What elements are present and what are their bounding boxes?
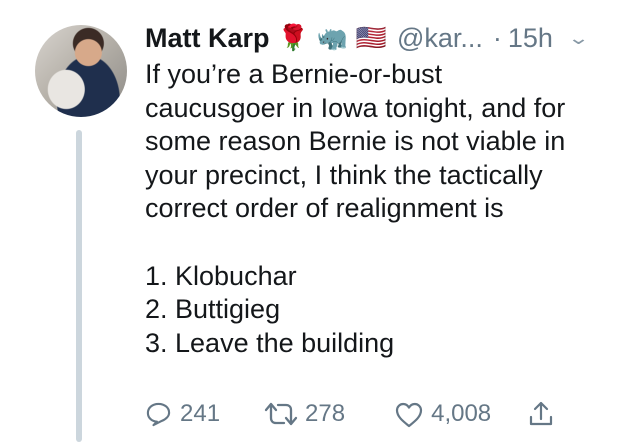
share-icon — [527, 400, 555, 428]
avatar[interactable] — [35, 25, 127, 117]
retweet-count: 278 — [305, 400, 346, 427]
author-name[interactable]: Matt Karp — [145, 23, 270, 54]
thread-line — [76, 130, 82, 442]
author-handle[interactable]: @kar... — [397, 23, 483, 54]
us-flag-emoji: 🇺🇸 — [355, 23, 387, 52]
separator-dot: · — [492, 22, 502, 53]
reply-icon — [145, 401, 172, 428]
share-button[interactable] — [527, 400, 555, 428]
tweet-timestamp[interactable]: 15h — [508, 23, 553, 54]
reply-button[interactable]: 241 — [145, 400, 220, 428]
like-button[interactable]: 4,008 — [394, 400, 491, 428]
retweet-button[interactable]: 278 — [263, 400, 345, 428]
rose-emoji: 🌹 — [277, 23, 309, 52]
reply-count: 241 — [180, 400, 221, 427]
tweet-actions: 241 278 4,008 — [145, 397, 555, 431]
tweet-header: Matt Karp 🌹 🦏 🇺🇸 @kar... · 15h ⌄ — [145, 18, 625, 58]
rhinoceros-emoji: 🦏 — [316, 23, 348, 52]
heart-icon — [394, 401, 424, 428]
tweet-text: If you’re a Bernie-or-bust caucusgoer in… — [145, 59, 566, 358]
like-count: 4,008 — [431, 400, 492, 427]
chevron-down-icon[interactable]: ⌄ — [567, 28, 590, 49]
retweet-icon — [263, 400, 299, 428]
